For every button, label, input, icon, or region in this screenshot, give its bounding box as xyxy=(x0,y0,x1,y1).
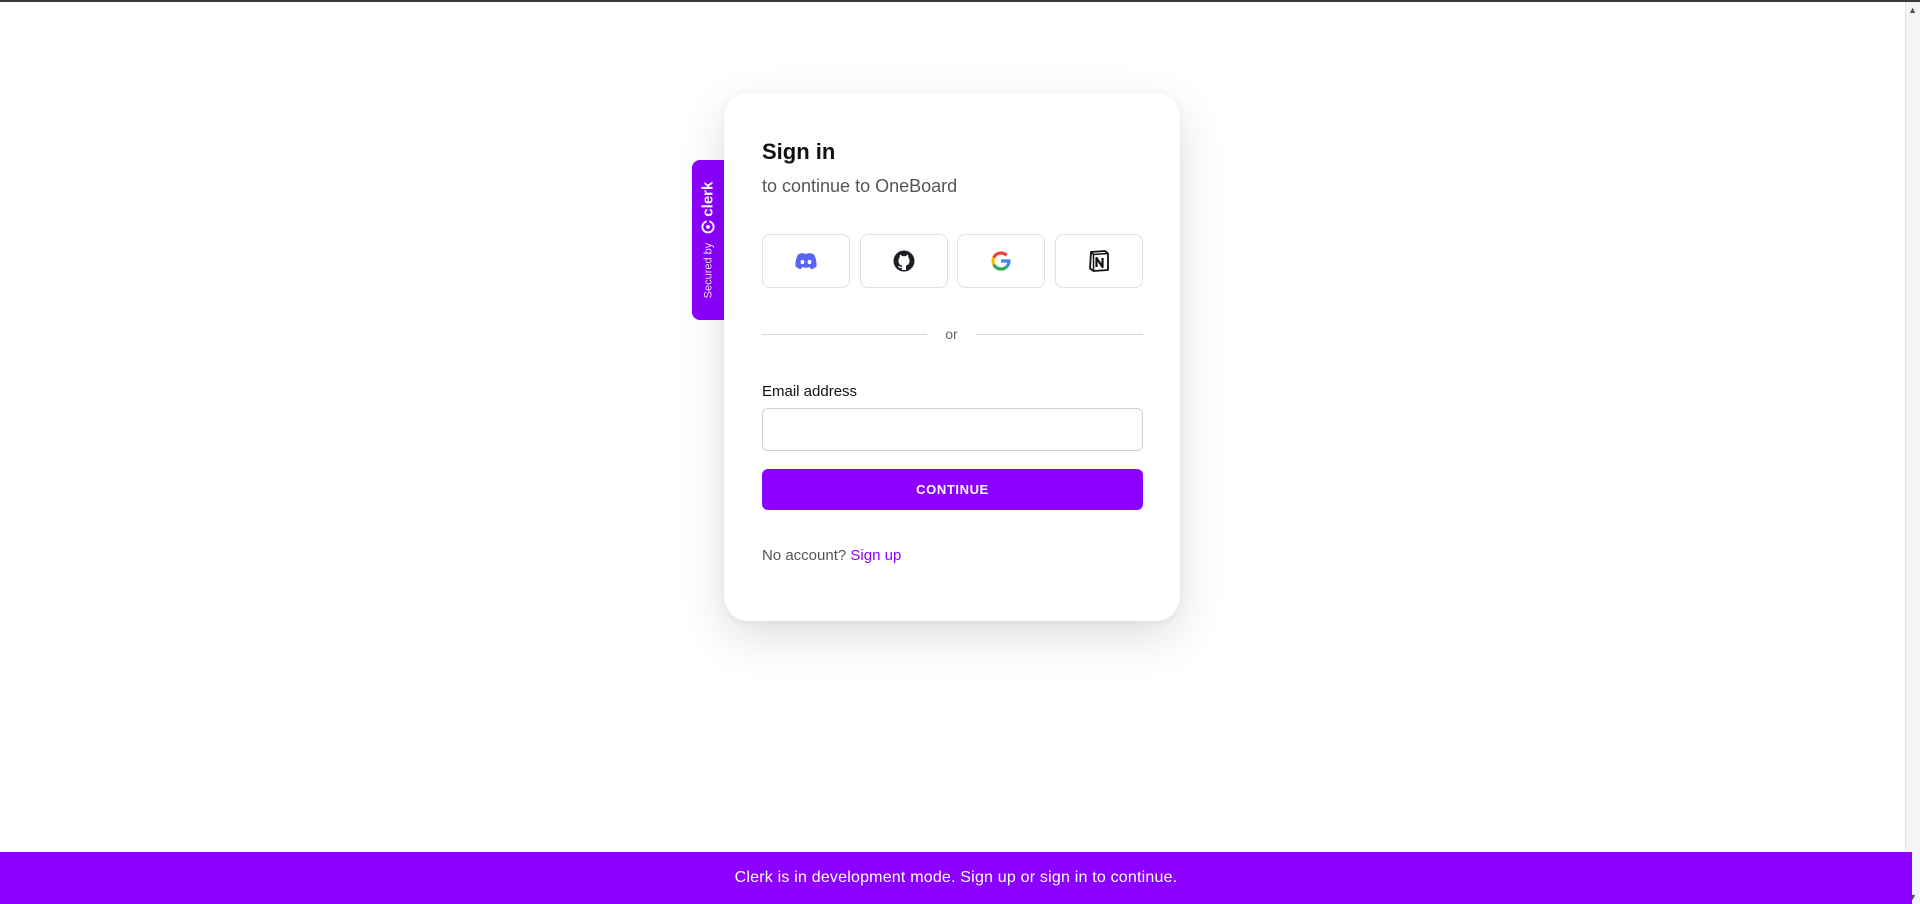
divider-left-line xyxy=(762,334,927,335)
google-icon xyxy=(991,251,1011,271)
github-icon xyxy=(893,250,915,272)
badge-brand-text: clerk xyxy=(699,181,717,217)
discord-login-button[interactable] xyxy=(762,234,850,288)
development-mode-banner: Clerk is in development mode. Sign up or… xyxy=(0,852,1912,904)
page-title: Sign in xyxy=(762,139,836,164)
email-label: Email address xyxy=(762,383,858,400)
page-subtitle: to continue to OneBoard xyxy=(762,176,958,196)
scroll-up-arrow-icon[interactable]: ▲ xyxy=(1908,6,1917,15)
divider-or-text: or xyxy=(945,326,958,342)
discord-icon xyxy=(795,253,817,270)
divider-right-line xyxy=(976,334,1143,335)
window-top-border xyxy=(0,0,1920,2)
notion-icon xyxy=(1089,250,1109,272)
sign-up-link[interactable]: Sign up xyxy=(850,547,901,564)
vertical-scrollbar[interactable]: ▲ ▼ xyxy=(1905,2,1920,904)
development-mode-text: Clerk is in development mode. Sign up or… xyxy=(734,869,1178,886)
sign-in-card: Sign in to continue to OneBoard or Email… xyxy=(724,93,1180,621)
social-login-row xyxy=(762,234,1143,288)
secured-by-clerk-badge[interactable]: Secured by clerk xyxy=(692,160,724,320)
google-login-button[interactable] xyxy=(957,234,1046,288)
notion-login-button[interactable] xyxy=(1054,234,1143,288)
continue-button[interactable]: CONTINUE xyxy=(762,469,1143,510)
no-account-text: No account? xyxy=(762,547,847,564)
email-field[interactable] xyxy=(762,408,1143,451)
badge-secured-text: Secured by xyxy=(702,242,714,299)
sign-up-prompt: No account? Sign up xyxy=(762,547,901,564)
clerk-logo-icon xyxy=(701,219,715,234)
clerk-logo: clerk xyxy=(700,182,717,235)
badge-content: Secured by clerk xyxy=(700,182,717,299)
github-login-button[interactable] xyxy=(859,234,948,288)
